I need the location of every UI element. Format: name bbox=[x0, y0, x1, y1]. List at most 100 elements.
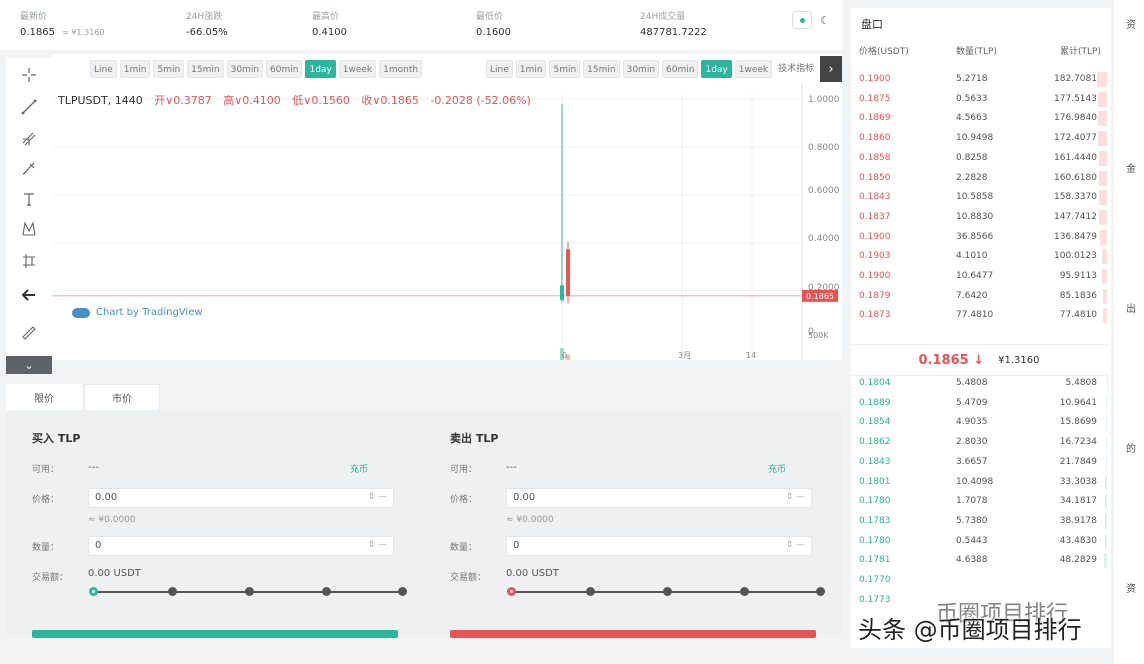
order-book-row[interactable]: 0.1770 bbox=[851, 571, 1107, 590]
slider-handle[interactable] bbox=[507, 587, 516, 596]
order-book-row[interactable]: 0.1873 77.4810 77.4810 bbox=[851, 306, 1107, 325]
order-book-row[interactable]: 0.1801 10.4098 33.3038 bbox=[851, 473, 1107, 492]
order-book-row[interactable]: 0.1903 4.1010 100.0123 bbox=[851, 247, 1107, 266]
stepper-icon[interactable]: ⇕ — bbox=[368, 492, 387, 502]
tab-limit[interactable]: 限价 bbox=[6, 384, 82, 410]
slider-stop-100[interactable] bbox=[816, 587, 825, 596]
slider-stop-50[interactable] bbox=[245, 587, 254, 596]
ruler-icon[interactable] bbox=[18, 322, 40, 344]
interval-selector-left: Line 1min 5min 15min 30min 60min 1day 1week 1mon… bbox=[90, 60, 423, 80]
depth-bar bbox=[1106, 395, 1107, 411]
interval-1day[interactable]: 1day bbox=[701, 60, 732, 78]
interval-60min[interactable]: 60min bbox=[662, 60, 699, 78]
order-book-row[interactable]: 0.1783 5.7380 38.9178 bbox=[851, 512, 1107, 531]
interval-line[interactable]: Line bbox=[90, 60, 117, 78]
interval-1month[interactable]: 1month bbox=[379, 60, 423, 78]
text-icon[interactable] bbox=[18, 188, 40, 210]
sell-percent-slider[interactable] bbox=[507, 586, 825, 598]
order-book-row[interactable]: 0.1780 1.7078 34.1817 bbox=[851, 492, 1107, 511]
trend-line-icon[interactable] bbox=[18, 96, 40, 118]
order-book-row[interactable]: 0.1889 5.4709 10.9641 bbox=[851, 394, 1107, 413]
slider-stop-50[interactable] bbox=[663, 587, 672, 596]
measure-icon[interactable] bbox=[18, 250, 40, 272]
slider-stop-75[interactable] bbox=[322, 587, 331, 596]
interval-15min[interactable]: 15min bbox=[583, 60, 620, 78]
fib-icon[interactable] bbox=[18, 128, 40, 150]
stepper-icon[interactable]: ⇕ — bbox=[786, 540, 805, 550]
row-total: 33.3038 bbox=[1059, 476, 1097, 487]
moon-icon[interactable]: ☾ bbox=[816, 11, 834, 29]
chevron-right-icon[interactable]: › bbox=[820, 56, 842, 82]
chevron-down-icon[interactable]: ⌄ bbox=[6, 356, 52, 374]
interval-30min[interactable]: 30min bbox=[622, 60, 660, 78]
price-chart[interactable]: 1.00000.80000.60000.40000.200000.1865500… bbox=[52, 84, 842, 360]
order-form: 买入 TLP 可用： --- 充币 价格： 0.00 ⇕ — ≈ ¥0.0000… bbox=[6, 410, 842, 638]
order-book-row[interactable]: 0.1780 0.5443 43.4830 bbox=[851, 532, 1107, 551]
order-book-row[interactable]: 0.1843 10.5858 158.3370 bbox=[851, 188, 1107, 207]
buy-percent-slider[interactable] bbox=[89, 586, 407, 598]
slider-stop-75[interactable] bbox=[740, 587, 749, 596]
interval-1week[interactable]: 1week bbox=[338, 60, 377, 78]
order-book-row[interactable]: 0.1875 0.5633 177.5143 bbox=[851, 90, 1107, 109]
slider-stop-25[interactable] bbox=[586, 587, 595, 596]
order-book-row[interactable]: 0.1781 4.6388 48.2829 bbox=[851, 551, 1107, 570]
sell-price-input[interactable]: 0.00 ⇕ — bbox=[506, 488, 812, 508]
row-total: 38.9178 bbox=[1059, 515, 1097, 526]
buy-form: 买入 TLP 可用： --- 充币 价格： 0.00 ⇕ — ≈ ¥0.0000… bbox=[6, 410, 407, 638]
interval-line[interactable]: Line bbox=[486, 60, 513, 78]
pattern-icon[interactable] bbox=[18, 218, 40, 240]
order-book-row[interactable]: 0.1900 5.2718 182.7081 bbox=[851, 70, 1107, 89]
sell-price-hint: ≈ ¥0.0000 bbox=[506, 515, 554, 525]
buy-price-input[interactable]: 0.00 ⇕ — bbox=[88, 488, 394, 508]
order-book-row[interactable]: 0.1850 2.2828 160.6180 bbox=[851, 169, 1107, 188]
stepper-icon[interactable]: ⇕ — bbox=[368, 540, 387, 550]
tradingview-branding[interactable]: Chart by TradingView bbox=[72, 307, 203, 318]
interval-1min[interactable]: 1min bbox=[119, 60, 151, 78]
row-qty: 7.6420 bbox=[956, 290, 988, 301]
slider-stop-100[interactable] bbox=[398, 587, 407, 596]
interval-30min[interactable]: 30min bbox=[226, 60, 264, 78]
order-book-row[interactable]: 0.1804 5.4808 5.4808 bbox=[851, 374, 1107, 393]
interval-1week[interactable]: 1week bbox=[734, 60, 773, 78]
interval-5min[interactable]: 5min bbox=[549, 60, 581, 78]
crosshair-icon[interactable] bbox=[18, 64, 40, 86]
theme-toggle[interactable]: ☾ bbox=[792, 10, 840, 30]
order-book-row[interactable]: 0.1869 4.5663 176.9840 bbox=[851, 109, 1107, 128]
order-book-row[interactable]: 0.1843 3.6657 21.7849 bbox=[851, 453, 1107, 472]
stepper-icon[interactable]: ⇕ — bbox=[786, 492, 805, 502]
tab-market[interactable]: 市价 bbox=[84, 384, 160, 410]
buy-button[interactable] bbox=[32, 630, 398, 638]
slider-stop-25[interactable] bbox=[168, 587, 177, 596]
order-book-row[interactable]: 0.1900 36.8566 136.8479 bbox=[851, 228, 1107, 247]
order-book-row[interactable]: 0.1860 10.9498 172.4077 bbox=[851, 129, 1107, 148]
order-book-row[interactable]: 0.1837 10.8830 147.7412 bbox=[851, 208, 1107, 227]
interval-60min[interactable]: 60min bbox=[266, 60, 303, 78]
order-book-row[interactable]: 0.1862 2.8030 16.7234 bbox=[851, 433, 1107, 452]
sell-price-label: 价格： bbox=[450, 495, 478, 505]
order-book-row[interactable]: 0.1854 4.9035 15.8699 bbox=[851, 413, 1107, 432]
depth-bar bbox=[1098, 190, 1107, 206]
indicators-button[interactable]: 技术指标 bbox=[775, 60, 817, 78]
brush-icon[interactable] bbox=[18, 158, 40, 180]
interval-15min[interactable]: 15min bbox=[187, 60, 224, 78]
sell-recharge-link[interactable]: 充币 bbox=[768, 462, 786, 475]
row-total: 176.9840 bbox=[1054, 113, 1097, 124]
stat-high: 最高价 0.4100 bbox=[312, 12, 347, 38]
buy-amount-input[interactable]: 0 ⇕ — bbox=[88, 536, 394, 556]
row-total: 100.0123 bbox=[1054, 251, 1097, 262]
order-book-row[interactable]: 0.1900 10.6477 95.9113 bbox=[851, 267, 1107, 286]
sell-button[interactable] bbox=[450, 630, 816, 638]
x-tick-label: 3月 bbox=[678, 351, 691, 360]
light-theme-button[interactable] bbox=[792, 11, 812, 29]
row-total: 34.1817 bbox=[1059, 496, 1097, 507]
sell-amount-input[interactable]: 0 ⇕ — bbox=[506, 536, 812, 556]
order-book-row[interactable]: 0.1858 0.8258 161.4440 bbox=[851, 149, 1107, 168]
interval-5min[interactable]: 5min bbox=[153, 60, 185, 78]
back-arrow-icon[interactable] bbox=[18, 284, 40, 306]
slider-handle[interactable] bbox=[89, 587, 98, 596]
row-total: 147.7412 bbox=[1054, 211, 1097, 222]
order-book-row[interactable]: 0.1879 7.6420 85.1836 bbox=[851, 287, 1107, 306]
interval-1min[interactable]: 1min bbox=[515, 60, 547, 78]
buy-recharge-link[interactable]: 充币 bbox=[350, 462, 368, 475]
interval-1day[interactable]: 1day bbox=[305, 60, 336, 78]
